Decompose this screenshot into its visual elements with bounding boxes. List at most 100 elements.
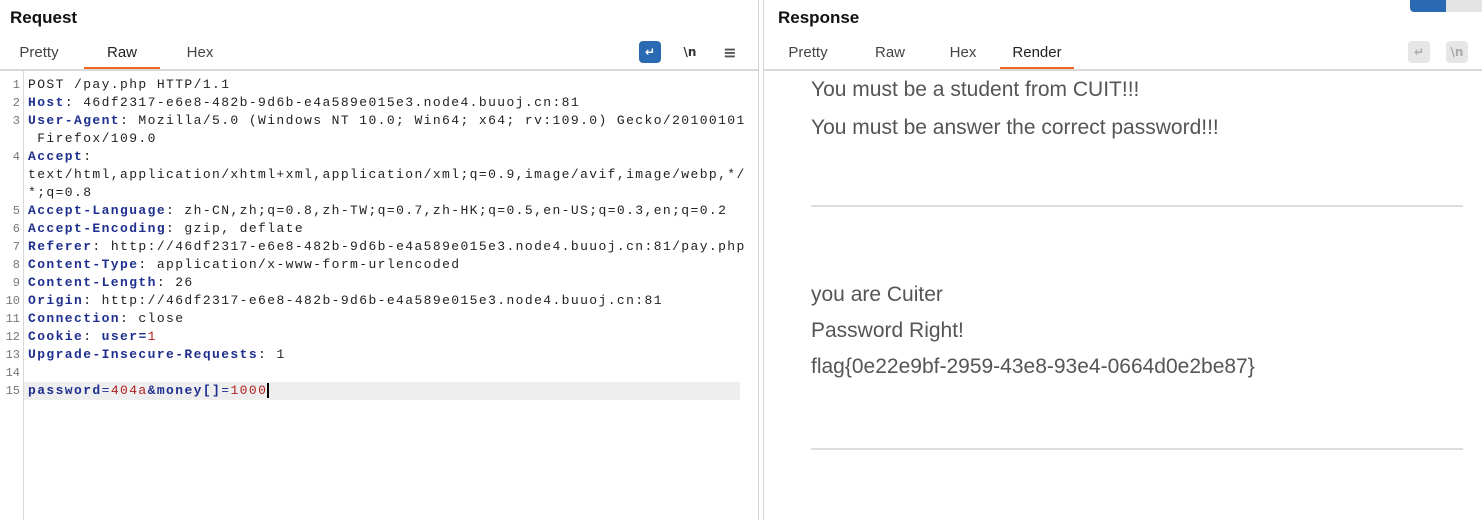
- cookie-value: 1: [147, 329, 157, 344]
- param-name: password: [28, 383, 102, 398]
- line-text: Origin: http://46df2317-e6e8-482b-9d6b-e…: [28, 292, 663, 310]
- text-caret: [267, 383, 270, 399]
- equals: =: [138, 329, 148, 344]
- line-text: Accept-Language: zh-CN,zh;q=0.8,zh-TW;q=…: [28, 202, 727, 220]
- header-name: Connection: [28, 311, 121, 326]
- line-text: Accept-Encoding: gzip, deflate: [28, 220, 304, 238]
- tab-hex[interactable]: Hex: [948, 40, 978, 67]
- request-editor[interactable]: 1 POST /pay.php HTTP/1.1 2 Host: 46df2317-e…: [0, 71, 758, 520]
- param-name: money[]: [156, 383, 222, 398]
- stacked-view-icon[interactable]: [1446, 0, 1482, 12]
- line-text: Referer: http://46df2317-e6e8-482b-9d6b-…: [28, 238, 746, 256]
- line-number: 15: [5, 384, 20, 398]
- header-name: User-Agent: [28, 113, 121, 128]
- header-name: Content-Length: [28, 275, 157, 290]
- horizontal-rule: [811, 448, 1463, 450]
- tab-pretty[interactable]: Pretty: [16, 40, 62, 67]
- editor-line: 3 User-Agent: Mozilla/5.0 (Windows NT 10.…: [0, 112, 745, 130]
- header-value: : 1: [258, 347, 286, 362]
- word-wrap-icon[interactable]: ↵: [639, 41, 661, 63]
- render-line: You must be answer the correct password!…: [811, 116, 1219, 139]
- line-number: 4: [12, 150, 20, 164]
- newline-icon[interactable]: \n: [679, 41, 701, 63]
- request-pane: Request Pretty Raw Hex ↵ \n ≡ 1 POST /pay…: [0, 0, 758, 520]
- render-line: You must be a student from CUIT!!!: [811, 78, 1140, 101]
- ampersand: &: [147, 383, 157, 398]
- cookie-name: user: [101, 329, 139, 344]
- tab-render[interactable]: Render: [1000, 40, 1074, 69]
- editor-line: 9 Content-Length: 26: [0, 274, 740, 292]
- editor-line: 10 Origin: http://46df2317-e6e8-482b-9d6b…: [0, 292, 740, 310]
- render-text-top: You must be a student from CUIT!!! You m…: [811, 71, 1219, 147]
- tab-raw[interactable]: Raw: [874, 40, 906, 67]
- header-name: Content-Type: [28, 257, 139, 272]
- line-text: *;q=0.8: [28, 185, 93, 200]
- response-pane: Response Pretty Raw Hex Render ↵ \n You …: [764, 0, 1482, 520]
- line-number: 7: [12, 240, 20, 254]
- header-value: : Mozilla/5.0 (Windows NT 10.0; Win64; x…: [120, 113, 746, 128]
- editor-line: 1 POST /pay.php HTTP/1.1: [0, 76, 740, 94]
- line-text: Host: 46df2317-e6e8-482b-9d6b-e4a589e015…: [28, 94, 580, 112]
- header-name: Cookie: [28, 329, 84, 344]
- line-text: Content-Length: 26: [28, 274, 194, 292]
- line-number: 11: [5, 312, 20, 326]
- header-value: : application/x-www-form-urlencoded: [138, 257, 461, 272]
- line-text: Connection: close: [28, 310, 184, 328]
- horizontal-rule: [811, 205, 1463, 207]
- line-content: POST /pay.php HTTP/1.1: [28, 77, 231, 92]
- editor-line: 14: [0, 364, 740, 382]
- header-value: : gzip, deflate: [166, 221, 305, 236]
- tab-pretty[interactable]: Pretty: [786, 40, 830, 67]
- request-title: Request: [10, 8, 78, 27]
- line-number: 14: [5, 366, 20, 380]
- header-value: : 46df2317-e6e8-482b-9d6b-e4a589e015e3.n…: [64, 95, 581, 110]
- response-title: Response: [778, 8, 860, 27]
- word-wrap-icon[interactable]: ↵: [1408, 41, 1430, 63]
- layout-toggle[interactable]: [1410, 0, 1482, 12]
- editor-line: 6 Accept-Encoding: gzip, deflate: [0, 220, 740, 238]
- header-name: Accept-Encoding: [28, 221, 167, 236]
- flag-text: flag{0e22e9bf-2959-43e8-93e4-0664d0e2be8…: [811, 355, 1255, 378]
- line-number: 2: [12, 96, 20, 110]
- header-name: Accept-Language: [28, 203, 167, 218]
- header-value: : zh-CN,zh;q=0.8,zh-TW;q=0.7,zh-HK;q=0.5…: [166, 203, 728, 218]
- editor-line: 15 password=404a&money[]=1000: [6, 382, 740, 400]
- line-number: 13: [5, 348, 20, 362]
- render-line: Password Right!: [811, 319, 964, 342]
- line-number: 5: [12, 204, 20, 218]
- header-value: : http://46df2317-e6e8-482b-9d6b-e4a589e…: [83, 293, 663, 308]
- newline-icon[interactable]: \n: [1446, 41, 1468, 63]
- line-text: User-Agent: Mozilla/5.0 (Windows NT 10.0…: [28, 112, 746, 130]
- header-value: : 26: [156, 275, 194, 290]
- editor-line: 4 Accept:: [0, 148, 740, 166]
- header-name: Accept: [28, 149, 84, 164]
- editor-line: 5 Accept-Language: zh-CN,zh;q=0.8,zh-TW;q…: [0, 202, 740, 220]
- header-name: Referer: [28, 239, 93, 254]
- editor-line: 12 Cookie: user=1: [0, 328, 740, 346]
- editor-line: 2 Host: 46df2317-e6e8-482b-9d6b-e4a589e01…: [0, 94, 740, 112]
- header-value: : close: [120, 311, 185, 326]
- equals: =: [101, 383, 111, 398]
- line-text: POST /pay.php HTTP/1.1: [28, 76, 230, 94]
- split-view-icon[interactable]: [1410, 0, 1446, 12]
- line-number: 6: [12, 222, 20, 236]
- editor-line-wrap: text/html,application/xhtml+xml,applicat…: [0, 166, 744, 184]
- editor-line: 8 Content-Type: application/x-www-form-ur…: [0, 256, 740, 274]
- line-number: 12: [5, 330, 20, 344]
- header-name: Host: [28, 95, 65, 110]
- line-text: Firefox/109.0: [28, 131, 157, 146]
- header-value: :: [83, 149, 93, 164]
- header-value: :: [83, 329, 102, 344]
- line-text: Upgrade-Insecure-Requests: 1: [28, 346, 286, 364]
- tab-raw[interactable]: Raw: [84, 40, 160, 69]
- header-value: : http://46df2317-e6e8-482b-9d6b-e4a589e…: [92, 239, 746, 254]
- header-name: Upgrade-Insecure-Requests: [28, 347, 259, 362]
- editor-line-wrap: Firefox/109.0: [0, 130, 740, 148]
- line-text: Cookie: user=1: [28, 328, 157, 346]
- tab-hex[interactable]: Hex: [182, 40, 218, 67]
- line-number: 1: [12, 78, 20, 92]
- render-text-bottom: you are Cuiter Password Right! flag{0e22…: [811, 277, 1255, 385]
- header-name: Origin: [28, 293, 84, 308]
- line-number: 8: [12, 258, 20, 272]
- menu-icon[interactable]: ≡: [719, 41, 741, 63]
